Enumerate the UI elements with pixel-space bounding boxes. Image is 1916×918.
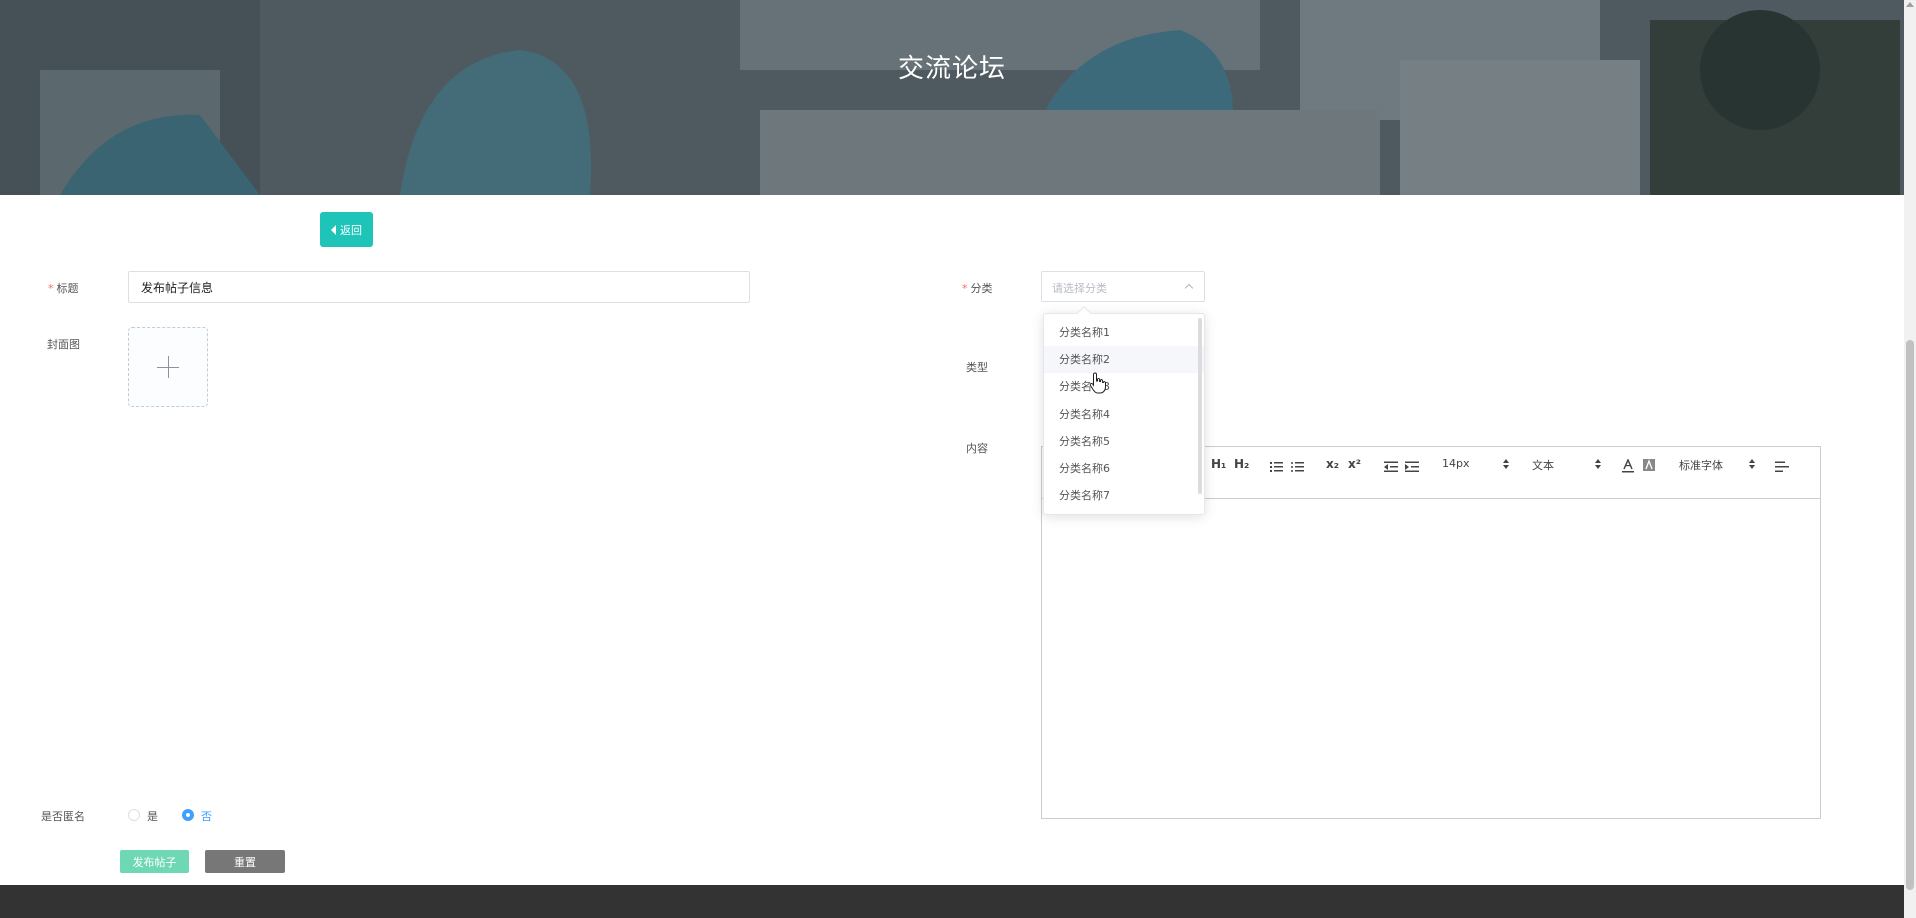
publish-button[interactable]: 发布帖子 [120, 850, 189, 873]
superscript-button[interactable]: x² [1348, 457, 1361, 471]
anonymous-yes-label[interactable]: 是 [147, 808, 158, 824]
header-banner: 交流论坛 [0, 0, 1904, 195]
ordered-list-icon[interactable] [1270, 461, 1284, 473]
editor-content-area[interactable] [1042, 500, 1820, 818]
font-size-select[interactable]: 14px [1442, 457, 1470, 470]
indent-decrease-icon[interactable] [1384, 461, 1398, 473]
category-dropdown: 分类名称1 分类名称2 分类名称3 分类名称4 分类名称5 分类名称6 分类名称… [1043, 305, 1205, 515]
anonymous-no-label[interactable]: 否 [201, 808, 212, 824]
dropdown-arrow [1076, 305, 1092, 321]
indent-increase-icon[interactable] [1405, 461, 1419, 473]
h2-button[interactable]: H₂ [1234, 457, 1249, 471]
bullet-list-icon[interactable] [1291, 461, 1305, 473]
content-label: 内容 [966, 442, 988, 455]
title-input[interactable] [128, 271, 750, 303]
dropdown-option[interactable]: 分类名称2 [1044, 346, 1204, 374]
back-button[interactable]: 返回 [320, 212, 373, 247]
anonymous-label: 是否匿名 [41, 810, 85, 823]
banner-overlay [0, 0, 1904, 195]
page-scrollbar[interactable] [1904, 0, 1916, 918]
header-select[interactable]: 文本 [1532, 457, 1554, 473]
dropdown-option[interactable]: 分类名称4 [1044, 401, 1204, 428]
title-label: * 标题 [48, 280, 79, 296]
dropdown-option[interactable]: 分类名称6 [1044, 455, 1204, 482]
title-label-text: 标题 [56, 282, 79, 295]
anonymous-no-radio[interactable] [182, 809, 194, 821]
font-family-select[interactable]: 标准字体 [1679, 457, 1723, 473]
chevron-up-icon [1184, 283, 1194, 293]
anonymous-yes-radio[interactable] [128, 809, 140, 821]
background-color-icon[interactable] [1643, 459, 1655, 473]
caret-left-icon [331, 224, 336, 235]
category-label-text: 分类 [970, 282, 993, 295]
page-footer [0, 885, 1904, 918]
dropdown-option[interactable]: 分类名称5 [1044, 428, 1204, 455]
page-title: 交流论坛 [897, 54, 1006, 84]
cover-label: 封面图 [47, 338, 80, 351]
subscript-button[interactable]: x₂ [1326, 457, 1339, 471]
page: 交流论坛 返回 *标题 封面图 *分类 请选择分类 类型 内容 H₁ H₂ [0, 0, 1916, 918]
back-button-label: 返回 [340, 223, 362, 237]
category-select-placeholder: 请选择分类 [1052, 282, 1107, 295]
dropdown-option[interactable]: 分类名称3 [1044, 373, 1204, 400]
required-asterisk: * [48, 282, 54, 295]
scroll-up-arrow-icon[interactable] [1906, 2, 1914, 7]
type-label: 类型 [966, 361, 988, 374]
align-icon[interactable] [1775, 461, 1789, 473]
scrollbar-thumb[interactable] [1906, 340, 1914, 890]
font-color-icon[interactable] [1622, 459, 1634, 473]
hand-cursor-icon [1089, 372, 1106, 394]
plus-icon-vertical [168, 356, 169, 378]
category-label: * 分类 [962, 280, 993, 296]
h1-button[interactable]: H₁ [1211, 457, 1226, 471]
dropdown-option[interactable]: 分类名称1 [1044, 319, 1204, 346]
dropdown-option[interactable]: 分类名称7 [1044, 482, 1204, 509]
dropdown-scrollbar[interactable] [1198, 318, 1202, 494]
reset-button[interactable]: 重置 [205, 850, 285, 873]
cover-upload[interactable] [128, 327, 208, 407]
required-asterisk: * [962, 282, 968, 295]
category-select[interactable]: 请选择分类 [1041, 271, 1205, 302]
